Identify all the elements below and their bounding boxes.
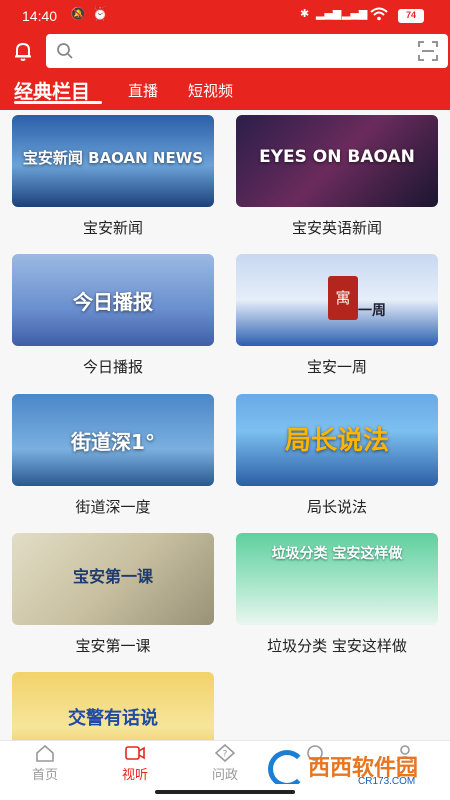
watermark-logo <box>268 750 306 788</box>
program-label: 宝安英语新闻 <box>291 219 382 237</box>
program-thumbnail: EYES ON BAOAN <box>236 115 438 207</box>
mute-icon: 🔕 <box>70 7 87 22</box>
program-label: 局长说法 <box>306 498 367 516</box>
video-icon <box>125 746 145 760</box>
app-header: 14:40 🔕 ⏰ ✱ ▂▄▆ ▂▄▆ 74 经典栏目 直播 短视频 <box>0 0 450 110</box>
svg-text:?: ? <box>223 750 228 760</box>
program-label: 今日播报 <box>82 358 143 376</box>
program-thumbnail: 今日播报 <box>12 254 214 346</box>
signal2-icon: ▂▄▆ <box>342 7 368 20</box>
program-thumbnail: 街道深1° <box>12 394 214 486</box>
program-label: 垃圾分类 宝安这样做 <box>267 637 407 655</box>
program-label: 宝安新闻 <box>82 219 143 237</box>
program-thumbnail: 垃圾分类 宝安这样做 <box>236 533 438 625</box>
program-card-baoan-weekly[interactable]: 寓 一周 宝安一周 <box>236 254 438 377</box>
search-field[interactable] <box>80 40 400 62</box>
program-label: 街道深一度 <box>75 498 151 516</box>
search-input[interactable] <box>46 34 448 68</box>
program-card-garbage-sorting[interactable]: 垃圾分类 宝安这样做 垃圾分类 宝安这样做 <box>236 533 438 656</box>
program-label: 宝安第一课 <box>75 637 151 655</box>
status-bar: 14:40 🔕 ⏰ ✱ ▂▄▆ ▂▄▆ 74 <box>0 0 450 32</box>
wifi-icon <box>370 7 388 25</box>
program-thumbnail: 宝安新闻 BAOAN NEWS <box>12 115 214 207</box>
nav-inquiry[interactable]: ? 问政 <box>180 741 270 785</box>
program-card-traffic-police[interactable]: 交警有话说 <box>12 672 214 740</box>
bell-icon[interactable] <box>12 40 34 62</box>
program-card-baoan-news[interactable]: 宝安新闻 BAOAN NEWS 宝安新闻 <box>12 115 214 238</box>
program-thumbnail: 局长说法 <box>236 394 438 486</box>
tab-short-video[interactable]: 短视频 <box>188 80 233 101</box>
nav-video[interactable]: 视听 <box>90 741 180 785</box>
program-card-first-lesson[interactable]: 宝安第一课 宝安第一课 <box>12 533 214 656</box>
tab-classic-programs[interactable]: 经典栏目 <box>14 77 90 104</box>
status-time: 14:40 <box>22 8 58 24</box>
bluetooth-icon: ✱ <box>300 7 310 20</box>
program-card-baoan-english-news[interactable]: EYES ON BAOAN 宝安英语新闻 <box>236 115 438 238</box>
scan-icon[interactable] <box>418 41 438 61</box>
program-thumbnail: 宝安第一课 <box>12 533 214 625</box>
signal-icon: ▂▄▆ <box>316 7 342 20</box>
active-tab-indicator <box>14 101 102 104</box>
question-icon: ? <box>215 744 235 762</box>
battery-icon: 74 <box>398 9 424 23</box>
search-icon <box>56 42 74 60</box>
program-label: 宝安一周 <box>306 358 367 376</box>
program-grid: 宝安新闻 BAOAN NEWS 宝安新闻 EYES ON BAOAN 宝安英语新… <box>0 110 450 740</box>
tab-live[interactable]: 直播 <box>128 80 158 101</box>
program-card-today-report[interactable]: 今日播报 今日播报 <box>12 254 214 377</box>
program-card-director-law[interactable]: 局长说法 局长说法 <box>236 394 438 517</box>
program-thumbnail: 交警有话说 <box>12 672 214 740</box>
alarm-icon: ⏰ <box>92 7 109 22</box>
home-icon <box>36 744 54 762</box>
program-thumbnail: 寓 一周 <box>236 254 438 346</box>
nav-home[interactable]: 首页 <box>0 741 90 785</box>
home-gesture-bar[interactable] <box>155 790 295 794</box>
program-card-street-depth[interactable]: 街道深1° 街道深一度 <box>12 394 214 517</box>
